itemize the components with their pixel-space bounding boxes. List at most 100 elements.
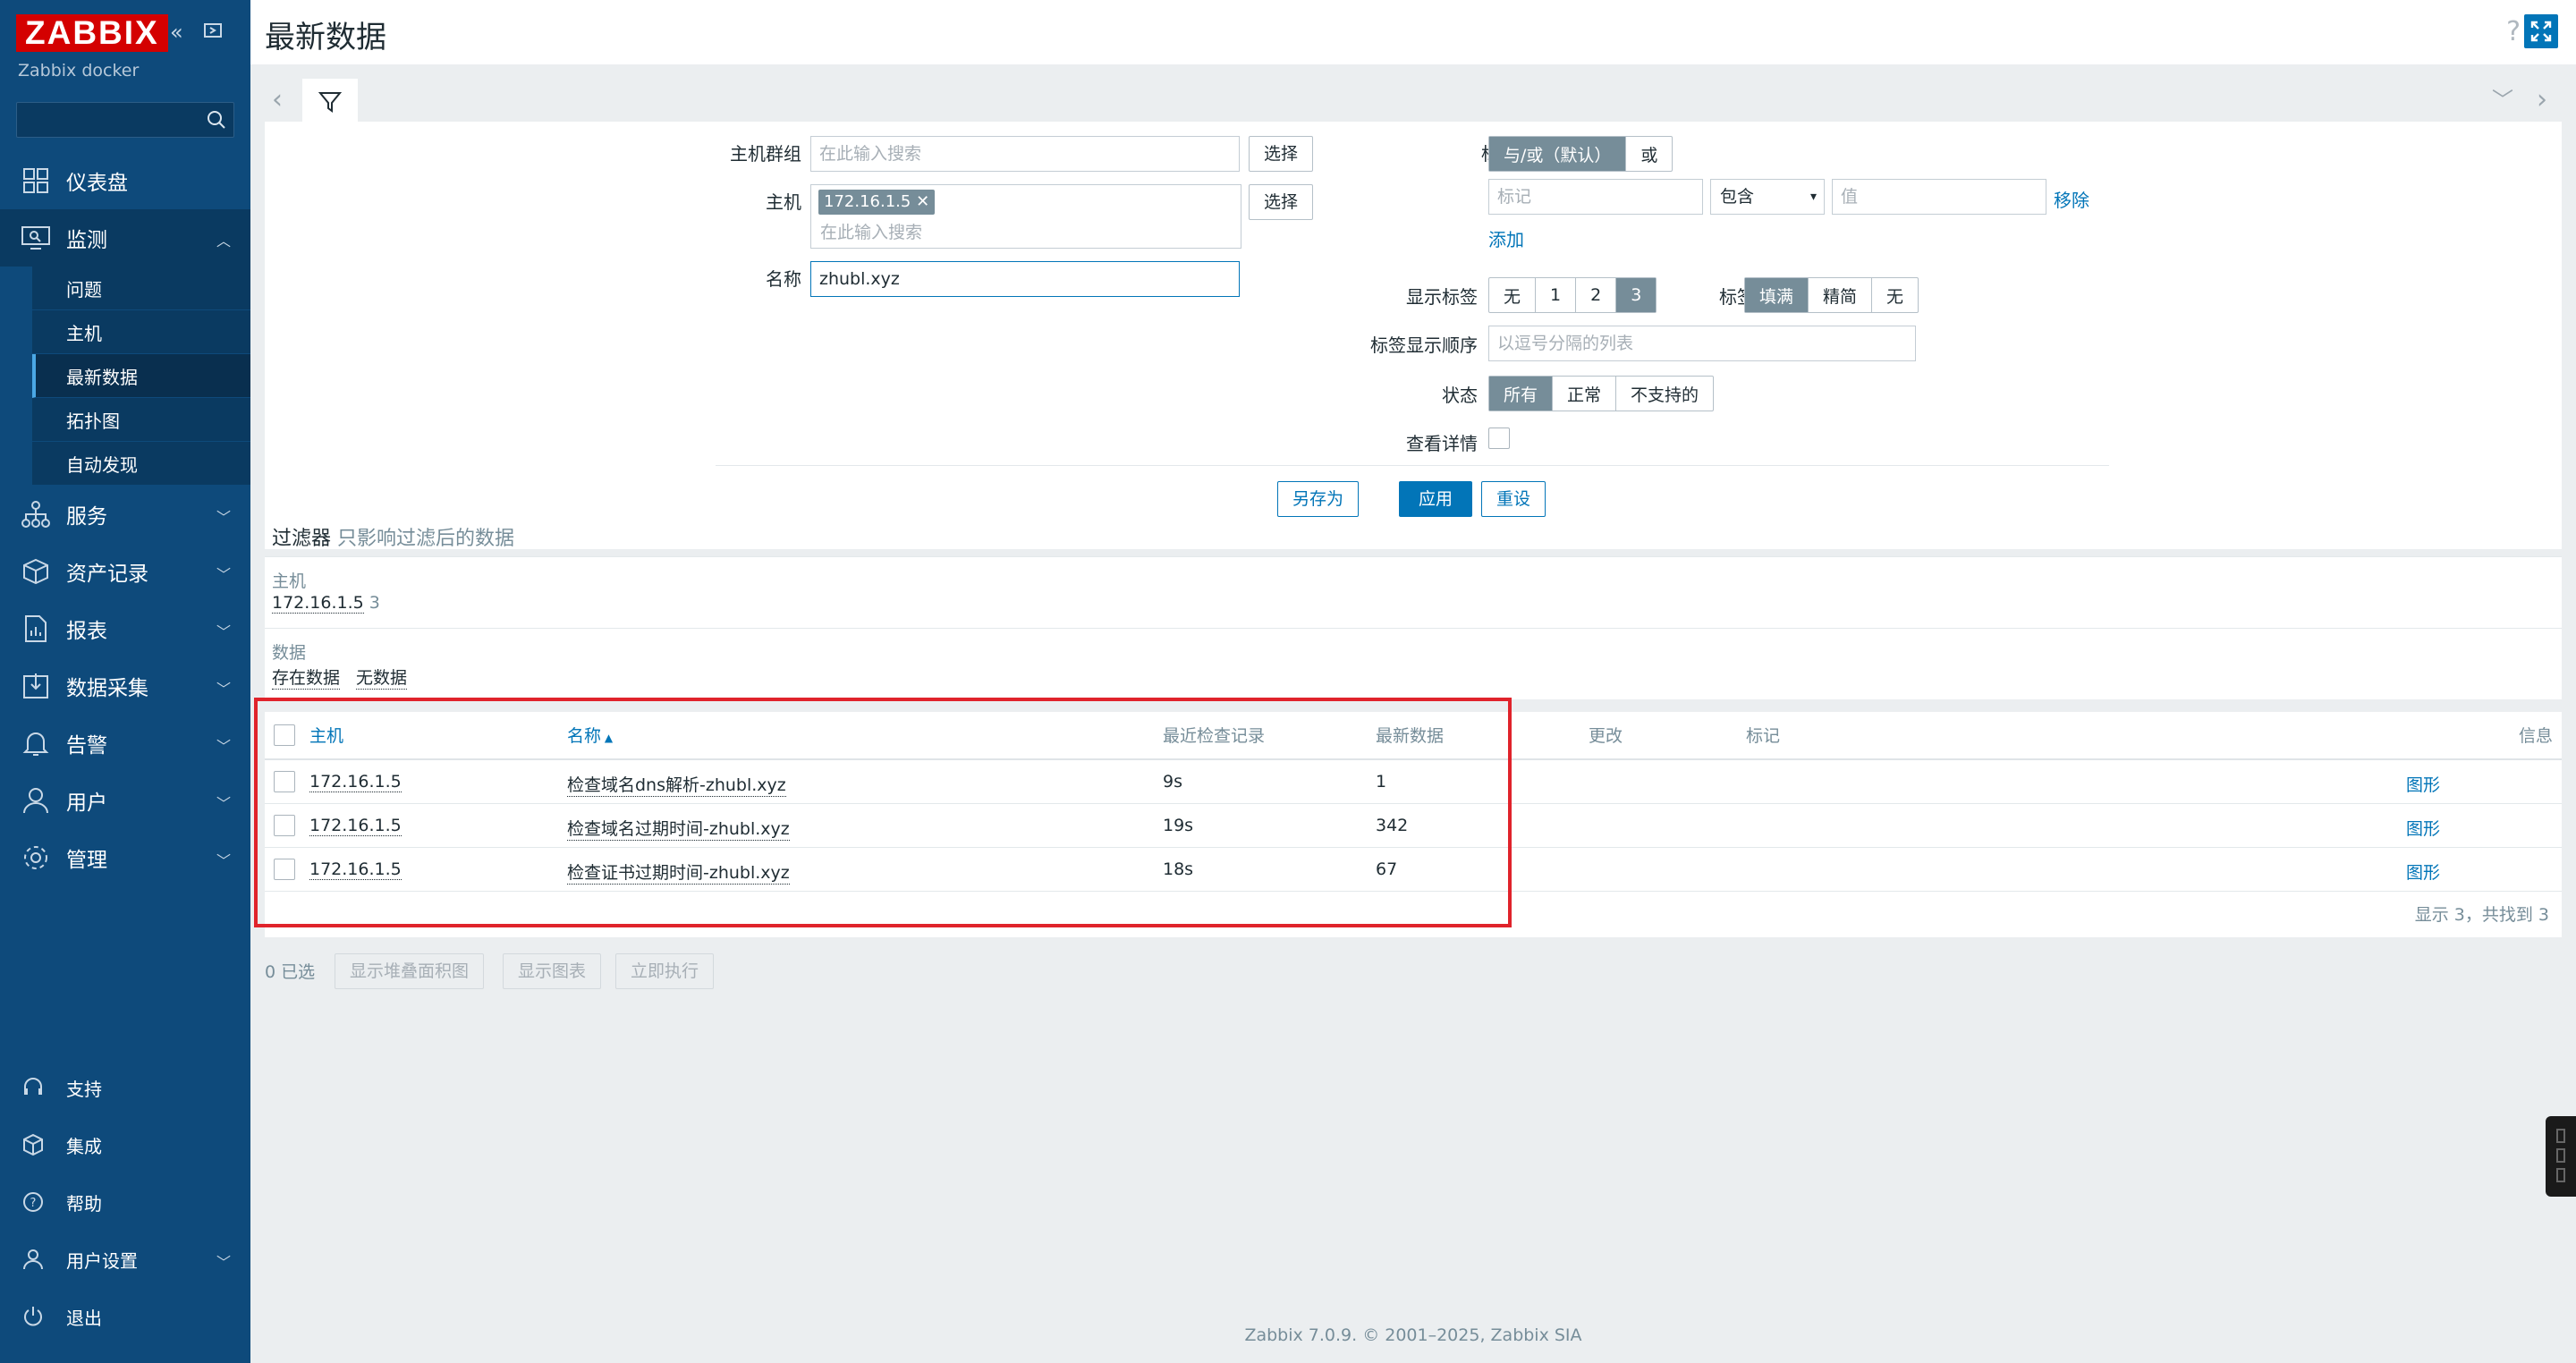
menu-dashboard[interactable]: 仪表盘 [0,152,250,209]
menu-sign-out[interactable]: 退出 [0,1291,250,1342]
submenu-maps[interactable]: 拓扑图 [32,398,250,442]
column-tags: 标记 [1746,726,1781,746]
widget-bar-icon [2556,1148,2565,1163]
submenu-latest-data[interactable]: 最新数据 [32,354,250,398]
tag-eval-and-or[interactable]: 与/或（默认） [1489,137,1627,171]
filter-tab[interactable] [302,79,358,123]
services-icon [18,498,54,530]
chevron-left-icon[interactable]: ‹ [272,84,283,115]
host-groups-select-button[interactable]: 选择 [1249,136,1314,172]
collapse-sidebar-icon[interactable]: « [170,20,183,45]
tag-priority-input[interactable]: 以逗号分隔的列表 [1488,326,1916,361]
sidebar-search-input[interactable] [16,102,234,138]
menu-help[interactable]: ? 帮助 [0,1177,250,1227]
chevron-down-icon: ﹀ [216,509,231,526]
state-normal[interactable]: 正常 [1553,377,1617,411]
chevron-right-icon[interactable]: › [2537,84,2547,115]
menu-monitoring[interactable]: 监测 ︿ [0,209,250,267]
menu-alerts[interactable]: 告警 ﹀ [0,715,250,772]
tag-priority-label: 标签显示顺序 [1370,334,1478,356]
tag-name-full[interactable]: 填满 [1745,278,1809,312]
submenu-discovery[interactable]: 自动发现 [32,442,250,486]
tag-name-toggle: 填满 精简 无 [1744,277,1919,313]
show-tags-none[interactable]: 无 [1489,278,1537,312]
chevron-down-icon: ﹀ [216,1254,231,1271]
fullscreen-icon[interactable] [2524,14,2558,48]
subfilter-host-link[interactable]: 172.16.1.5 [272,593,364,614]
hosts-multiselect[interactable]: 172.16.1.5 ✕ 在此输入搜索 [810,184,1241,249]
column-change: 更改 [1589,726,1623,746]
page-header: 最新数据 ? [250,0,2576,64]
menu-user-settings[interactable]: 用户设置 ﹀ [0,1234,250,1284]
state-not-supported[interactable]: 不支持的 [1616,377,1713,411]
menu-data-collection[interactable]: 数据采集 ﹀ [0,657,250,715]
row-graph-link[interactable]: 图形 [2406,772,2440,796]
name-input[interactable]: zhubl.xyz [810,261,1240,297]
tag-name-none[interactable]: 无 [1872,278,1918,312]
tag-operator-value: 包含 [1720,187,1755,207]
subfilter-hosts: 主机 172.16.1.5 3 [265,556,2562,628]
help-icon[interactable]: ? [2506,16,2521,47]
filter-tabs: ‹ ﹀ › [250,79,2562,123]
zabbix-logo[interactable]: ZABBIX [16,14,168,52]
page-title: 最新数据 [265,20,386,55]
menu-support[interactable]: 支持 [0,1062,250,1113]
state-all[interactable]: 所有 [1489,377,1554,411]
subfilter-title-text: 过滤器 [272,528,332,550]
row-graph-link[interactable]: 图形 [2406,859,2440,884]
menu-label: 管理 [66,849,107,872]
tag-value-input[interactable]: 值 [1832,179,2046,215]
menu-users[interactable]: 用户 ﹀ [0,772,250,829]
submenu-problems[interactable]: 问题 [32,267,250,310]
menu-label: 支持 [66,1078,102,1100]
subfilter-hint: 只影响过滤后的数据 [337,528,515,550]
state-toggle: 所有 正常 不支持的 [1488,376,1715,411]
tag-eval-or[interactable]: 或 [1626,137,1672,171]
subfilter-host-count: 3 [369,593,380,613]
stacked-graph-button[interactable]: 显示堆叠面积图 [335,953,485,989]
hosts-select-button[interactable]: 选择 [1249,184,1314,220]
hide-sidebar-icon[interactable] [202,20,224,47]
remove-chip-icon[interactable]: ✕ [916,192,929,211]
show-details-checkbox[interactable] [1488,428,1510,449]
server-name: Zabbix docker [18,61,140,80]
tag-name-input[interactable]: 标记 [1488,179,1703,215]
chevron-down-icon: ▾ [1809,190,1817,204]
subfilter-data-heading: 数据 [272,643,307,663]
remove-tag-link[interactable]: 移除 [2054,186,2089,212]
menu-integrations[interactable]: 集成 [0,1120,250,1170]
reset-button[interactable]: 重设 [1481,481,1546,517]
display-graph-button[interactable]: 显示图表 [503,953,602,989]
host-groups-input[interactable]: 在此输入搜索 [810,136,1240,172]
search-icon[interactable] [205,108,228,136]
menu-label: 退出 [66,1307,102,1329]
menu-label: 报表 [66,620,107,643]
save-as-button[interactable]: 另存为 [1277,481,1360,517]
submenu-hosts[interactable]: 主机 [32,310,250,354]
chevron-down-icon: ﹀ [216,852,231,869]
column-info: 信息 [2519,726,2554,746]
show-tags-2[interactable]: 2 [1576,278,1617,312]
menu-inventory[interactable]: 资产记录 ﹀ [0,543,250,600]
menu-label: 告警 [66,734,107,758]
execute-now-button[interactable]: 立即执行 [615,953,715,989]
tag-operator-select[interactable]: 包含 ▾ [1710,179,1825,215]
show-tags-1[interactable]: 1 [1536,278,1577,312]
row-graph-link[interactable]: 图形 [2406,816,2440,840]
subfilter-without-data-link[interactable]: 无数据 [356,665,408,690]
show-tags-3[interactable]: 3 [1616,278,1657,312]
apply-button[interactable]: 应用 [1399,481,1473,517]
menu-services[interactable]: 服务 ﹀ [0,486,250,543]
menu-administration[interactable]: 管理 ﹀ [0,829,250,886]
host-chip[interactable]: 172.16.1.5 ✕ [818,190,936,215]
sign-out-icon [20,1305,47,1328]
add-tag-link[interactable]: 添加 [1488,225,1524,251]
menu-reports[interactable]: 报表 ﹀ [0,600,250,657]
side-toolbar-widget[interactable] [2546,1116,2576,1197]
integrations-icon [20,1133,47,1156]
subfilter-with-data-link[interactable]: 存在数据 [272,665,341,690]
chevron-down-icon: ﹀ [216,795,231,812]
tag-name-short[interactable]: 精简 [1809,278,1873,312]
chevron-down-icon[interactable]: ﹀ [2492,82,2513,114]
monitoring-icon [18,222,54,254]
